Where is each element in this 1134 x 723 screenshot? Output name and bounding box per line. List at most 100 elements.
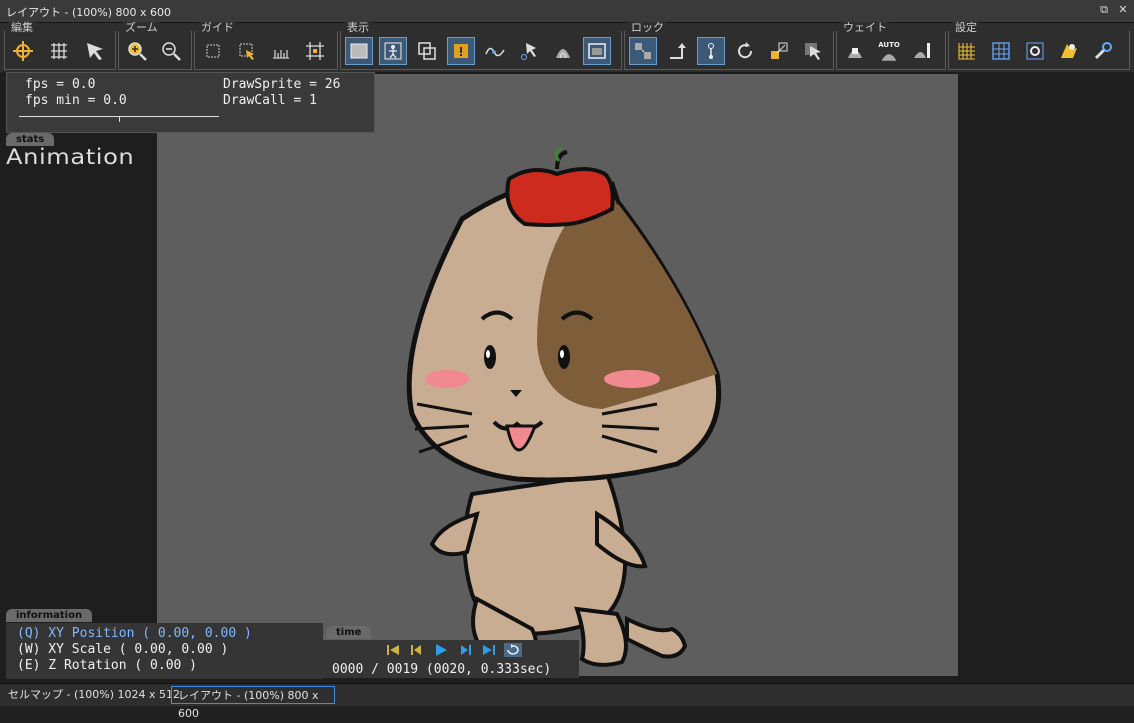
eye-left-shine (486, 350, 490, 358)
window-title: レイアウト - (100%) 800 x 600 (6, 6, 171, 19)
frame-crop-icon (306, 42, 324, 60)
stats-panel: fps = 0.0 fps min = 0.0 DrawSprite = 26 … (6, 72, 375, 133)
fps-min-text: fps min = 0.0 (25, 93, 127, 108)
curve-icon (485, 47, 505, 57)
display-window-button[interactable] (583, 37, 611, 65)
settings-tool-button[interactable] (1089, 37, 1117, 65)
lock-grid-icon (635, 43, 651, 59)
move-crosshair-icon (13, 41, 33, 61)
playback-controls (383, 642, 523, 658)
lock-bone-button[interactable] (697, 37, 725, 65)
toolbar-group-settings: 設定 (948, 22, 1130, 70)
display-bg-button[interactable] (345, 37, 373, 65)
weight-paint-button[interactable] (841, 37, 869, 65)
layout-grid-icon (992, 42, 1010, 60)
time-tab[interactable]: time (326, 626, 372, 639)
cheek-left (425, 370, 469, 388)
scale-readout[interactable]: (W) XY Scale ( 0.00, 0.00 ) (17, 642, 228, 657)
display-parts-button[interactable] (413, 37, 441, 65)
guide-frame-button[interactable] (301, 37, 329, 65)
first-frame-icon[interactable] (383, 642, 403, 658)
toolbar-group-lock: ロック (624, 22, 834, 70)
information-panel: (Q) XY Position ( 0.00, 0.00 ) (W) XY Sc… (6, 623, 323, 679)
bone-figure-icon (384, 42, 402, 60)
zoom-in-icon (128, 42, 147, 61)
window-icon (588, 43, 606, 59)
character-icon (1061, 44, 1077, 58)
move-tool-button[interactable] (9, 37, 37, 65)
tab-cellmap[interactable]: セルマップ - (100%) 1024 x 512 (2, 686, 186, 704)
position-readout[interactable]: (Q) XY Position ( 0.00, 0.00 ) (17, 626, 252, 641)
toolbar-group-guide: ガイド (194, 22, 338, 70)
rotation-readout[interactable]: (E) Z Rotation ( 0.00 ) (17, 658, 197, 673)
window-titlebar: レイアウト - (100%) 800 x 600 ⧉ ✕ (0, 0, 1134, 23)
display-onion-button[interactable] (549, 37, 577, 65)
group-label-guide: ガイド (199, 21, 236, 34)
display-pointer-button[interactable] (515, 37, 543, 65)
information-tab[interactable]: information (6, 609, 93, 622)
display-warning-button[interactable] (447, 37, 475, 65)
canvas-area[interactable]: fps = 0.0 fps min = 0.0 DrawSprite = 26 … (0, 72, 1134, 682)
close-icon[interactable]: ✕ (1116, 3, 1130, 17)
weight-brush-button[interactable] (909, 37, 937, 65)
layout-viewport[interactable] (157, 74, 958, 676)
lock-position-button[interactable] (629, 37, 657, 65)
scale-icon (771, 42, 788, 59)
select-tool-button[interactable] (81, 37, 109, 65)
cheek-right (604, 370, 660, 388)
leg-right-shape (574, 606, 628, 667)
settings-character-button[interactable] (1055, 37, 1083, 65)
draw-sprite-text: DrawSprite = 26 (223, 77, 341, 92)
next-frame-icon[interactable] (455, 642, 475, 658)
lock-pointer-button[interactable] (799, 37, 827, 65)
weight-auto-button[interactable]: AUTO (875, 37, 903, 65)
group-label-weight: ウェイト (841, 21, 889, 34)
lock-rotation-button[interactable] (731, 37, 759, 65)
animation-label: Animation (6, 145, 135, 169)
character-illustration[interactable] (157, 74, 958, 676)
fps-graph-tick (119, 116, 120, 122)
loop-icon[interactable] (503, 642, 523, 658)
draw-call-text: DrawCall = 1 (223, 93, 317, 108)
display-curve-button[interactable] (481, 37, 509, 65)
apple-shape (505, 167, 615, 227)
onion-skin-icon (556, 49, 570, 59)
settings-layout-button[interactable] (987, 37, 1015, 65)
group-label-display: 表示 (345, 21, 371, 34)
time-panel: 0000 / 0019 (0020, 0.333sec) (323, 640, 579, 678)
settings-gear-button[interactable] (1021, 37, 1049, 65)
tab-cellmap-label: セルマップ - (100%) 1024 x 512 (8, 688, 180, 701)
display-bone-button[interactable] (379, 37, 407, 65)
toolbar-group-zoom: ズーム (118, 22, 192, 70)
restore-icon[interactable]: ⧉ (1097, 3, 1111, 17)
prev-frame-icon[interactable] (407, 642, 427, 658)
group-label-settings: 設定 (953, 21, 979, 34)
lock-pointer-icon (805, 43, 821, 60)
guide-grid-button[interactable] (199, 37, 227, 65)
toolbar-group-weight: ウェイト AUTO (836, 22, 946, 70)
weight-hand-icon (848, 48, 862, 58)
select-arrow-icon (87, 43, 103, 60)
zoom-in-button[interactable] (123, 37, 151, 65)
eye-left (484, 345, 496, 369)
guide-ruler-button[interactable] (267, 37, 295, 65)
settings-grid-button[interactable] (953, 37, 981, 65)
pointer-icon (521, 43, 536, 60)
guide-snap-button[interactable] (233, 37, 261, 65)
lock-scale-button[interactable] (765, 37, 793, 65)
toolbar-group-display: 表示 (340, 22, 622, 70)
toolbar: 編集 ズーム ガイド 表示 ロック ウェイト AUTO 設定 (0, 22, 1134, 72)
mesh-tool-button[interactable] (45, 37, 73, 65)
wrench-icon (1094, 42, 1112, 60)
toolbar-group-edit: 編集 (4, 22, 116, 70)
time-tab-label: time (336, 627, 362, 638)
last-frame-icon[interactable] (479, 642, 499, 658)
group-label-edit: 編集 (9, 21, 35, 34)
tab-layout[interactable]: レイアウト - (100%) 800 x 600 (171, 686, 335, 720)
play-icon[interactable] (431, 642, 451, 658)
grid-dots-icon (206, 44, 220, 58)
lock-rotate-button[interactable] (663, 37, 691, 65)
group-label-zoom: ズーム (123, 21, 160, 34)
zoom-out-button[interactable] (157, 37, 185, 65)
eye-right-shine (560, 350, 564, 358)
